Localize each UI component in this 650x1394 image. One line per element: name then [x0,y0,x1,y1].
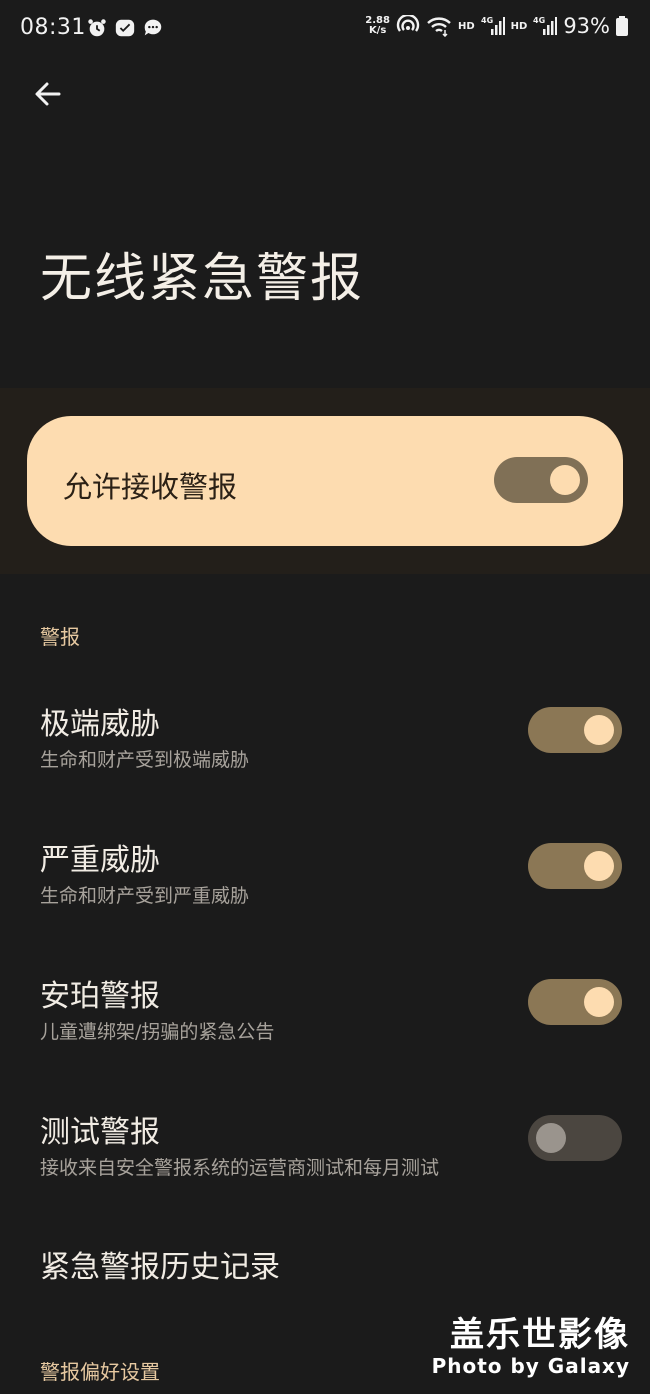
app-check-icon [115,19,135,37]
alert-subtitle: 接收来自安全警报系统的运营商测试和每月测试 [40,1157,440,1179]
amber-alert-switch[interactable] [528,979,622,1025]
allow-alerts-label: 允许接收警报 [63,470,238,504]
alert-title: 测试警报 [40,1115,160,1150]
severe-threat-switch[interactable] [528,843,622,889]
chat-icon [144,19,162,36]
allow-alerts-switch[interactable] [494,457,588,503]
allow-alerts-card[interactable]: 允许接收警报 [27,416,623,546]
svg-text:4G: 4G [533,16,545,25]
hotspot-icon [396,15,420,32]
signal-4g-icon: 4G [481,16,505,35]
switch-knob [550,465,580,495]
alert-title: 安珀警报 [40,979,160,1014]
alert-title: 极端威胁 [40,707,160,742]
hd-label: HD [457,20,475,32]
alert-history-item[interactable]: 紧急警报历史记录 [40,1242,280,1286]
section-header-preferences: 警报偏好设置 [40,1360,160,1384]
signal-4g-icon: 4G [533,16,558,35]
switch-knob [584,715,614,745]
alert-subtitle: 生命和财产受到严重威胁 [40,885,250,907]
section-header-alerts: 警报 [40,625,80,649]
extreme-threat-switch[interactable] [528,707,622,753]
galaxy-watermark: 盖乐世影像 Photo by Galaxy [432,1316,630,1378]
page-title: 无线紧急警报 [40,249,365,309]
svg-text:4G: 4G [481,16,493,25]
battery-icon [616,16,628,36]
test-alert-switch[interactable] [528,1115,622,1161]
net-speed: 2.88 K/s [365,15,390,36]
back-arrow-icon [35,82,61,106]
status-bar: 08:31 2.88 K/s HD 4G HD 4G 93% [0,0,650,58]
back-button[interactable] [28,74,68,114]
watermark-cn: 盖乐世影像 [450,1315,630,1355]
notification-icons [86,17,164,39]
switch-knob [536,1123,566,1153]
alert-title: 严重威胁 [40,843,160,878]
status-right: 2.88 K/s HD 4G HD 4G 93% [365,14,628,38]
hd-label: HD [510,20,528,32]
alert-subtitle: 儿童遭绑架/拐骗的紧急公告 [40,1021,275,1043]
alarm-icon [88,19,106,37]
wifi-icon [427,17,451,37]
status-time: 08:31 [20,15,86,40]
watermark-en: Photo by Galaxy [431,1354,630,1378]
switch-knob [584,987,614,1017]
alert-subtitle: 生命和财产受到极端威胁 [40,749,250,771]
battery-percent: 93% [563,14,610,38]
switch-knob [584,851,614,881]
